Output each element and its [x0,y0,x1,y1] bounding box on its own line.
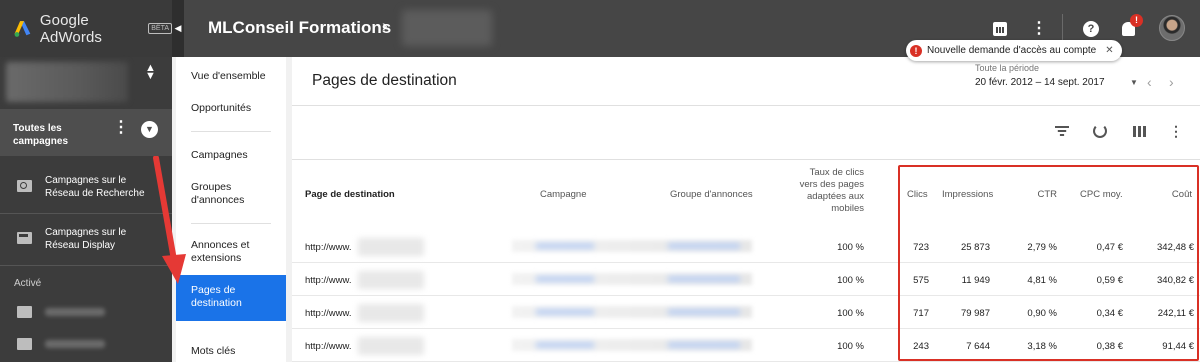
sidebar-item-label: Campagnes sur le Réseau de Recherche [45,175,145,199]
menu-item-landing-pages[interactable]: Pages de destination [176,275,286,321]
header-campaign[interactable]: Campagne [540,189,586,201]
landing-page-url[interactable]: http://www. [305,275,351,286]
display-network-icon [17,232,32,244]
header-adgroup[interactable]: Groupe d'annonces [670,189,753,201]
chevron-right-icon[interactable]: › [382,16,388,36]
redacted-campaign [45,308,105,316]
mobile-ctr-value: 100 % [837,275,864,286]
alert-icon: ! [910,44,922,57]
menu-item-adgroups[interactable]: Groupes d'annonces [191,181,283,207]
header-landing-page[interactable]: Page de destination [305,189,395,201]
sidebar-item-label: Campagnes sur le Réseau Display [45,227,127,251]
more-options-icon[interactable]: ⋮ [1169,121,1183,141]
redacted-account [6,62,128,102]
left-sidebar: Google AdWords BÊTA ▲ ▼ Toutes les campag… [0,0,172,362]
annotation-arrow-icon [153,156,186,284]
sidebar-item-search-campaigns[interactable]: Campagnes sur le Réseau de Recherche [0,163,172,213]
search-network-icon [17,306,32,318]
mobile-ctr-value: 100 % [837,308,864,319]
redacted-campaign [45,340,105,348]
avatar[interactable] [1159,15,1185,41]
notification-badge: ! [1130,14,1143,27]
notification-chip[interactable]: ! Nouvelle demande d'accès au compte ✕ [906,40,1122,61]
brand-name: Google AdWords [39,11,103,46]
sidebar-active-campaign[interactable] [0,330,172,358]
landing-page-url[interactable]: http://www. [305,341,351,352]
menu-item-overview[interactable]: Vue d'ensemble [191,70,283,83]
more-options-icon[interactable]: ⋮ [113,120,129,136]
menu-item-opportunities[interactable]: Opportunités [191,102,283,115]
redacted-breadcrumb [402,10,492,46]
close-icon[interactable]: ✕ [1105,45,1113,56]
landing-page-url[interactable]: http://www. [305,308,351,319]
account-name[interactable]: MLConseil Formations [208,18,391,38]
active-section-label: Activé [14,278,42,289]
account-switcher[interactable]: ▲ ▼ [0,57,172,109]
next-period-icon[interactable]: › [1169,74,1174,90]
sidebar-active-campaign[interactable] [0,298,172,326]
menu-item-ads-extensions[interactable]: Annonces et extensions [191,239,283,265]
search-network-icon [17,338,32,350]
collapse-sidebar-icon[interactable]: ◀ [172,0,184,57]
adwords-logo-icon [14,20,31,37]
menu-item-campaigns[interactable]: Campagnes [191,149,283,162]
filter-icon[interactable] [1053,121,1071,141]
landing-page-url[interactable]: http://www. [305,242,351,253]
header-mobile-ctr[interactable]: Taux de clics vers des pages adaptées au… [792,167,864,215]
all-campaigns-label: Toutes les campagnes [13,123,69,147]
search-network-icon [17,180,32,192]
dropdown-arrow-icon[interactable]: ▼ [1130,78,1138,87]
mobile-ctr-value: 100 % [837,242,864,253]
menu-item-label: Pages de destination [191,284,242,309]
page-menu: Vue d'ensemble Opportunités Campagnes Gr… [176,57,286,362]
menu-item-keywords[interactable]: Mots clés [191,345,283,358]
segment-icon[interactable] [1090,121,1110,141]
chevron-down-icon[interactable]: ▼ [141,121,158,138]
previous-period-icon[interactable]: ‹ [1147,74,1152,90]
metrics-highlight-box [898,165,1199,361]
all-campaigns[interactable]: Toutes les campagnes ⋮ ▼ [0,109,172,156]
brand[interactable]: Google AdWords BÊTA [0,0,172,57]
date-range-selector[interactable]: 20 févr. 2012 – 14 sept. 2017 [975,77,1105,88]
expand-collapse-icon[interactable]: ▲ ▼ [145,63,156,82]
period-label: Toute la période [975,63,1040,73]
notification-text: Nouvelle demande d'accès au compte [927,45,1097,56]
sidebar-item-display-campaigns[interactable]: Campagnes sur le Réseau Display [0,215,172,265]
beta-badge: BÊTA [148,23,172,34]
columns-icon[interactable] [1130,121,1148,141]
page-title: Pages de destination [312,72,457,89]
mobile-ctr-value: 100 % [837,341,864,352]
